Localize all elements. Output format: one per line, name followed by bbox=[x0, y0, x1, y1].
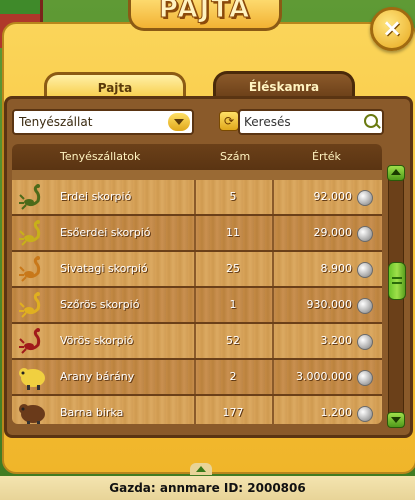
close-button[interactable]: × bbox=[370, 7, 414, 51]
table-row[interactable]: Vörös skorpió 52 3.200 bbox=[12, 324, 382, 360]
scroll-up-button[interactable] bbox=[387, 165, 405, 181]
table-row[interactable]: Esőerdei skorpió 11 29.000 bbox=[12, 216, 382, 252]
animal-name: Sivatagi skorpió bbox=[60, 262, 148, 275]
silver-coin-icon bbox=[357, 190, 373, 206]
animal-name: Barna birka bbox=[60, 406, 124, 419]
scorpion-orange-icon bbox=[18, 255, 48, 283]
animal-count: 5 bbox=[229, 190, 237, 203]
animal-value: 92.000 bbox=[313, 190, 353, 203]
window-title-banner: PAJTA bbox=[128, 0, 282, 31]
silver-coin-icon bbox=[357, 262, 373, 278]
header-count: Szám bbox=[220, 150, 251, 163]
scorpion-gold-icon bbox=[18, 291, 48, 319]
animal-name: Arany bárány bbox=[60, 370, 135, 383]
scorpion-yellow-icon bbox=[18, 219, 48, 247]
tab-pajta[interactable]: Pajta bbox=[44, 72, 186, 99]
table-header: Tenyészállatok Szám Érték bbox=[12, 144, 382, 170]
silver-coin-icon bbox=[357, 370, 373, 386]
chevron-down-icon[interactable] bbox=[168, 113, 190, 131]
animal-name: Erdei skorpió bbox=[60, 190, 132, 203]
animal-count: 1 bbox=[229, 298, 237, 311]
player-info: Gazda: annmare ID: 2000806 bbox=[109, 481, 306, 495]
chevron-up-icon[interactable] bbox=[190, 463, 212, 475]
scorpion-red-icon bbox=[18, 327, 48, 355]
golden-sheep-icon bbox=[18, 363, 48, 391]
animal-count: 2 bbox=[229, 370, 237, 383]
category-dropdown[interactable]: Tenyészállat bbox=[12, 109, 194, 135]
table-row[interactable]: Barna birka 177 1.200 bbox=[12, 396, 382, 424]
animal-count: 25 bbox=[226, 262, 240, 275]
search-input[interactable]: Keresés bbox=[238, 109, 384, 135]
silver-coin-icon bbox=[357, 298, 373, 314]
scorpion-green-icon bbox=[18, 183, 48, 211]
table-row[interactable]: Erdei skorpió 5 92.000 bbox=[12, 180, 382, 216]
animal-value: 1.200 bbox=[320, 406, 353, 419]
search-icon[interactable] bbox=[364, 114, 378, 128]
silver-coin-icon bbox=[357, 334, 373, 350]
animal-value: 29.000 bbox=[313, 226, 353, 239]
silver-coin-icon bbox=[357, 406, 373, 422]
animal-value: 8.900 bbox=[320, 262, 353, 275]
animal-name: Esőerdei skorpió bbox=[60, 226, 151, 239]
scroll-down-button[interactable] bbox=[387, 412, 405, 428]
close-icon: × bbox=[381, 14, 403, 42]
animal-count: 177 bbox=[222, 406, 244, 419]
window-title: PAJTA bbox=[158, 0, 252, 25]
table-row[interactable]: Szőrös skorpió 1 930.000 bbox=[12, 288, 382, 324]
animal-name: Szőrös skorpió bbox=[60, 298, 140, 311]
header-value: Érték bbox=[312, 150, 341, 163]
tab-eleskamra[interactable]: Éléskamra bbox=[213, 71, 355, 98]
animal-value: 3.200 bbox=[320, 334, 353, 347]
inventory-table: Tenyészállatok Szám Érték Erdei skorpió 5… bbox=[12, 144, 382, 424]
animal-count: 52 bbox=[226, 334, 240, 347]
table-row[interactable]: Arany bárány 2 3.000.000 bbox=[12, 360, 382, 396]
brown-sheep-icon bbox=[18, 399, 48, 424]
category-dropdown-value: Tenyészállat bbox=[19, 115, 93, 129]
search-placeholder: Keresés bbox=[244, 115, 291, 129]
silver-coin-icon bbox=[357, 226, 373, 242]
header-animals: Tenyészállatok bbox=[60, 150, 141, 163]
animal-name: Vörös skorpió bbox=[60, 334, 134, 347]
animal-value: 3.000.000 bbox=[296, 370, 352, 383]
table-row[interactable]: Sivatagi skorpió 25 8.900 bbox=[12, 252, 382, 288]
refresh-icon[interactable]: ⟳ bbox=[219, 111, 239, 131]
animal-count: 11 bbox=[226, 226, 240, 239]
scrollbar-thumb[interactable] bbox=[388, 262, 406, 300]
animal-value: 930.000 bbox=[306, 298, 353, 311]
